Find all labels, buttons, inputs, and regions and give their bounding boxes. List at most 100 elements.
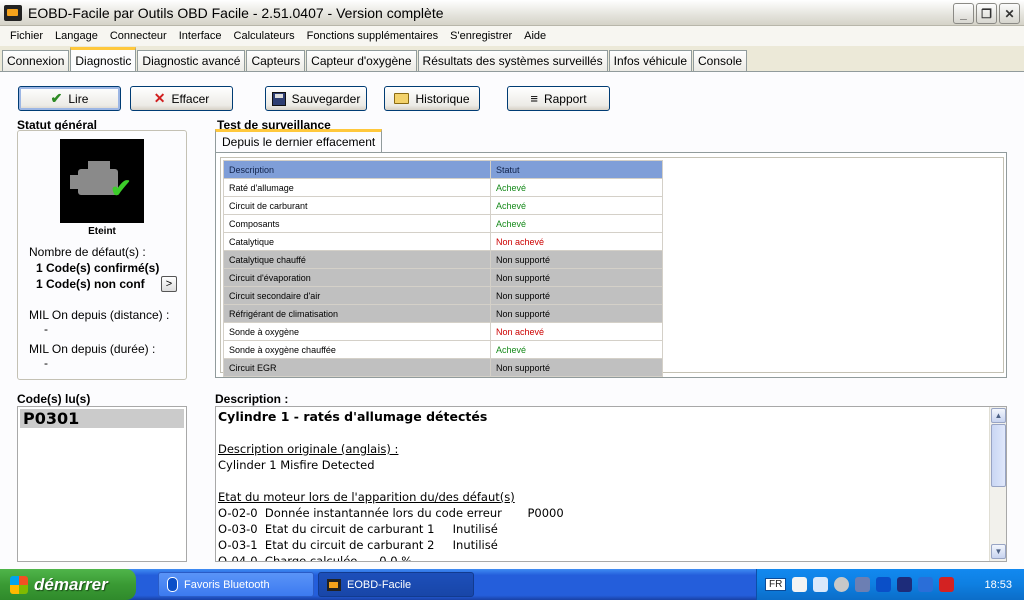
history-button-label: Historique [415,91,470,106]
save-button[interactable]: Sauvegarder [265,86,367,111]
maximize-button[interactable]: ❐ [976,3,997,24]
tab-connexion[interactable]: Connexion [2,50,70,71]
tab-diagnostic[interactable]: Diagnostic [70,47,137,71]
taskbar-item-eobd[interactable]: EOBD-Facile [318,572,474,597]
display-icon[interactable] [918,577,934,592]
monitor-description-cell: Circuit de carburant [223,196,491,215]
windows-logo-icon [10,575,28,594]
tab-diagnostic-avance[interactable]: Diagnostic avancé [137,50,246,71]
tab-console[interactable]: Console [693,50,748,71]
monitor-description-cell: Circuit secondaire d'air [223,286,491,305]
minimize-button[interactable]: _ [953,3,974,24]
scroll-up-icon[interactable]: ▲ [991,408,1006,423]
taskbar-item-label: Favoris Bluetooth [184,578,270,591]
network-icon[interactable] [813,577,829,592]
language-indicator[interactable]: FR [765,578,787,591]
table-row[interactable]: Circuit de carburant Achevé [223,196,663,215]
table-row[interactable]: Sonde à oxygène Non achevé [223,322,663,341]
read-button[interactable]: ✔ Lire [18,86,121,111]
tab-since-last-clear[interactable]: Depuis le dernier effacement [215,129,383,152]
table-row[interactable]: Réfrigérant de climatisation Non supporté [223,304,663,323]
title-bar: EOBD-Facile par Outils OBD Facile - 2.51… [0,0,1024,26]
description-panel: Cylindre 1 - ratés d'allumage détectés D… [215,406,1007,562]
monitor-status-cell: Non supporté [490,286,663,305]
taskbar: démarrer Favoris Bluetooth EOBD-Facile F… [0,569,1024,600]
confirmed-codes: 1 Code(s) confirmé(s) [36,261,160,275]
pending-codes: 1 Code(s) non conf [36,277,145,291]
erase-button[interactable]: ✕ Effacer [130,86,233,111]
history-button[interactable]: Historique [384,86,480,111]
table-row[interactable]: Catalytique Non achevé [223,232,663,251]
codes-heading: Code(s) lu(s) [17,392,91,406]
diagnostic-panel: ✔ Lire ✕ Effacer Sauvegarder Historique … [0,72,1024,569]
mil-duration-label: MIL On depuis (durée) : [29,342,156,356]
clock: 18:53 [984,578,1012,591]
menu-fichier[interactable]: Fichier [4,30,49,42]
table-row[interactable]: Circuit d'évaporation Non supporté [223,268,663,287]
monitor-status-cell: Non supporté [490,268,663,287]
tab-capteurs[interactable]: Capteurs [246,50,306,71]
table-row[interactable]: Circuit EGR Non supporté [223,358,663,377]
menu-aide[interactable]: Aide [518,30,552,42]
check-icon: ✔ [50,90,63,106]
taskbar-item-label: EOBD-Facile [347,578,412,591]
scroll-down-icon[interactable]: ▼ [991,544,1006,559]
bluetooth-tray-icon[interactable] [876,577,892,592]
menu-connecteur[interactable]: Connecteur [104,30,173,42]
folder-icon [394,93,410,104]
menu-fonctions[interactable]: Fonctions supplémentaires [301,30,444,42]
table-row[interactable]: Catalytique chauffé Non supporté [223,250,663,269]
table-row[interactable]: Circuit secondaire d'air Non supporté [223,286,663,305]
fault-title: Cylindre 1 - ratés d'allumage détectés [218,409,488,424]
start-button-label: démarrer [34,574,108,594]
table-row[interactable]: Sonde à oxygène chauffée Achevé [223,340,663,359]
app-icon [4,4,22,21]
main-tabs: Connexion Diagnostic Diagnostic avancé C… [0,47,1024,72]
monitor-description-cell: Raté d'allumage [223,178,491,197]
monitor-status-cell: Non achevé [490,322,663,341]
monitor-status-cell: Non achevé [490,232,663,251]
window-controls: _ ❐ ✕ [953,3,1020,24]
report-button[interactable]: ≡ Rapport [507,86,610,111]
engine-state-heading: Etat du moteur lors de l'apparition du/d… [218,490,515,504]
column-header-description: Description [223,160,491,179]
menu-langage[interactable]: Langage [49,30,104,42]
freeze-frame-line: O-04-0 Charge calculée 0,0 % [218,554,413,562]
floppy-disk-icon [271,91,286,106]
help-icon[interactable] [792,577,808,592]
menu-enregistrer[interactable]: S'enregistrer [444,30,518,42]
erase-button-label: Effacer [171,91,210,106]
mil-distance-label: MIL On depuis (distance) : [29,308,170,322]
menu-interface[interactable]: Interface [173,30,228,42]
description-heading: Description : [215,392,289,406]
original-description-heading: Description originale (anglais) : [218,442,399,456]
back-arrow-icon[interactable] [834,577,850,592]
read-button-label: Lire [68,91,89,106]
monitor-description-cell: Sonde à oxygène [223,322,491,341]
monitor-status-cell: Non supporté [490,358,663,377]
tab-resultats[interactable]: Résultats des systèmes surveillés [417,50,608,71]
erase-icon: ✕ [153,90,166,106]
list-icon: ≡ [530,91,538,106]
monitor-description-cell: Catalytique chauffé [223,250,491,269]
column-header-status: Statut [490,160,663,179]
close-button[interactable]: ✕ [999,3,1020,24]
monitor-table-frame: Description Statut Raté d'allumage Achevé… [220,157,1004,377]
table-header-row: Description Statut [223,160,663,179]
table-row[interactable]: Composants Achevé [223,214,663,233]
description-scrollbar[interactable]: ▲ ▼ [989,407,1006,561]
menu-calculateurs[interactable]: Calculateurs [228,30,301,42]
security-icon[interactable] [855,577,871,592]
list-item[interactable]: P0301 [20,409,184,428]
pending-codes-more-button[interactable]: > [161,276,177,292]
antivirus-icon[interactable] [939,577,955,592]
monitor-description-cell: Sonde à oxygène chauffée [223,340,491,359]
tab-infos-vehicule[interactable]: Infos véhicule [608,50,692,71]
device-icon[interactable] [897,577,913,592]
tab-capteur-oxygene[interactable]: Capteur d'oxygène [306,50,417,71]
start-button[interactable]: démarrer [0,569,136,600]
table-row[interactable]: Raté d'allumage Achevé [223,178,663,197]
scroll-thumb[interactable] [991,424,1006,487]
taskbar-item-bluetooth[interactable]: Favoris Bluetooth [158,572,314,597]
description-text: Cylindre 1 - ratés d'allumage détectés D… [218,407,988,562]
